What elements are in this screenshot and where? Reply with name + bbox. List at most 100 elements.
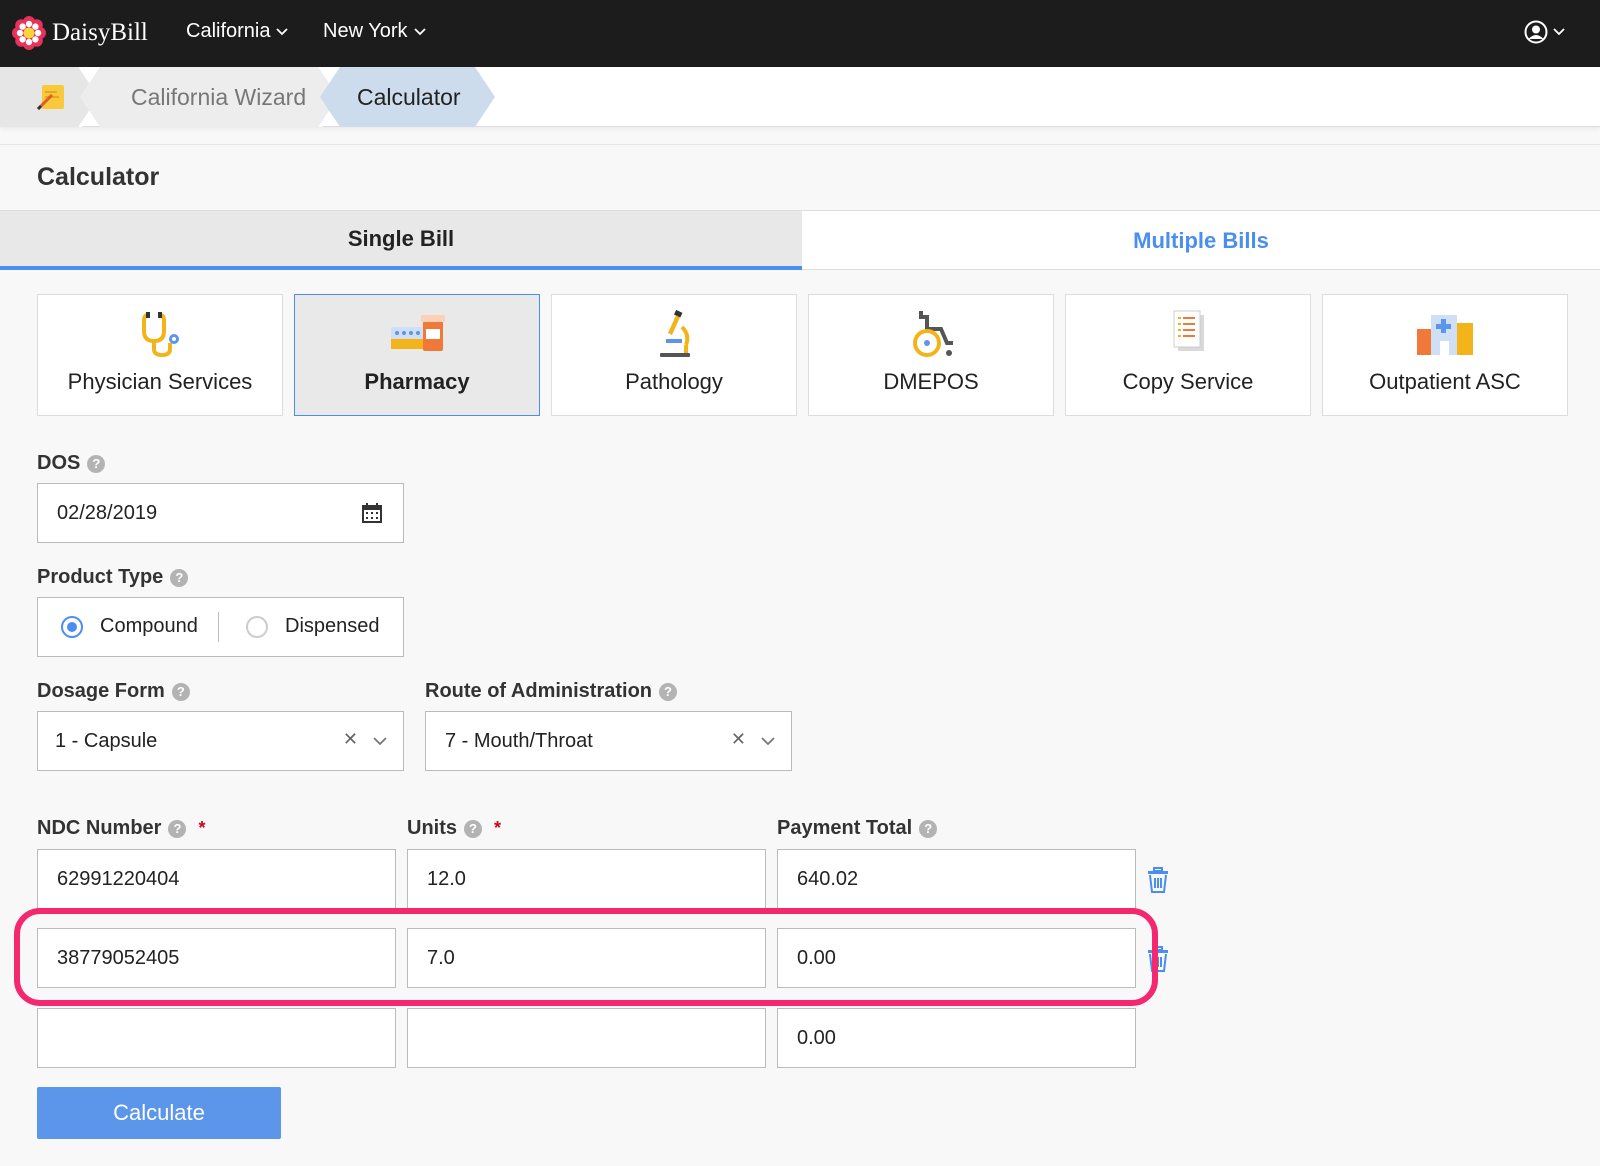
units-input[interactable]: 7.0 <box>407 928 766 988</box>
tab-single-bill[interactable]: Single Bill <box>0 211 802 270</box>
breadcrumb-calculator: Calculator <box>357 84 461 110</box>
clear-icon[interactable]: ✕ <box>343 729 358 750</box>
units-input[interactable]: 12.0 <box>407 849 766 909</box>
ndc-number-label: NDC Number ? * <box>37 817 205 840</box>
nav-menu-new-york[interactable]: New York <box>323 20 426 43</box>
document-icon <box>1173 310 1204 351</box>
route-label: Route of Administration ? <box>425 680 678 703</box>
payment-value: 0.00 <box>797 1026 836 1049</box>
payment-value: 0.00 <box>797 946 836 969</box>
service-card-label: Pharmacy <box>364 369 470 394</box>
chevron-down-icon <box>1553 28 1565 36</box>
dosage-form-value: 1 - Capsule <box>55 729 158 752</box>
nav-menu-label: California <box>186 20 271 42</box>
payment-total-field: 640.02 <box>777 849 1136 909</box>
service-card-label: Outpatient ASC <box>1369 369 1521 394</box>
breadcrumb-california-wizard[interactable]: California Wizard <box>131 84 306 111</box>
service-card-outpatient-asc[interactable]: Outpatient ASC <box>1322 294 1568 416</box>
dos-value: 02/28/2019 <box>57 501 158 524</box>
wizard-home-icon[interactable] <box>36 81 70 113</box>
ndc-input[interactable]: 62991220404 <box>37 849 396 909</box>
user-avatar-icon <box>1524 20 1548 44</box>
dosage-form-label: Dosage Form ? <box>37 680 190 703</box>
ndc-input[interactable] <box>37 1008 396 1068</box>
clear-icon[interactable]: ✕ <box>731 729 746 750</box>
service-card-label: Pathology <box>625 369 723 394</box>
nav-menu-label: New York <box>323 20 408 42</box>
product-type-radio-group: Compound Dispensed <box>37 597 404 657</box>
service-card-copy-service[interactable]: Copy Service <box>1065 294 1311 416</box>
radio-selected-icon <box>61 615 83 638</box>
dos-label-text: DOS <box>37 452 81 474</box>
chevron-down-icon[interactable] <box>761 737 775 746</box>
radio-label: Dispensed <box>285 615 380 637</box>
stethoscope-icon <box>142 312 179 358</box>
calendar-icon[interactable] <box>361 502 383 524</box>
dos-label: DOS ? <box>37 452 106 475</box>
daisy-logo-icon <box>12 16 46 50</box>
radio-label: Compound <box>100 615 198 637</box>
route-value: 7 - Mouth/Throat <box>445 729 593 752</box>
dosage-form-label-text: Dosage Form <box>37 680 165 702</box>
service-card-dmepos[interactable]: DMEPOS <box>808 294 1054 416</box>
dos-input[interactable]: 02/28/2019 <box>37 483 404 543</box>
brand-name: DaisyBill <box>52 19 148 46</box>
units-label: Units ? * <box>407 817 501 840</box>
payment-label-text: Payment Total <box>777 817 913 839</box>
units-value: 7.0 <box>427 946 455 969</box>
help-icon[interactable]: ? <box>168 819 187 838</box>
service-card-label: Physician Services <box>67 369 253 394</box>
ndc-value: 38779052405 <box>57 946 180 969</box>
top-navbar: DaisyBill California New York <box>0 0 1600 67</box>
calculate-button[interactable]: Calculate <box>37 1087 281 1139</box>
nav-menu-california[interactable]: California <box>186 20 289 43</box>
help-icon[interactable]: ? <box>170 568 189 587</box>
service-card-pharmacy[interactable]: Pharmacy <box>294 294 540 416</box>
payment-total-field: 0.00 <box>777 1008 1136 1068</box>
product-type-label-text: Product Type <box>37 566 164 588</box>
payment-total-label: Payment Total ? <box>777 817 938 840</box>
microscope-icon <box>660 309 690 357</box>
service-card-label: Copy Service <box>1122 369 1254 394</box>
ndc-label-text: NDC Number <box>37 817 162 839</box>
help-icon[interactable]: ? <box>919 819 938 838</box>
product-type-label: Product Type ? <box>37 566 189 589</box>
chevron-down-icon[interactable] <box>373 737 387 746</box>
breadcrumb: California Wizard Calculator <box>0 67 1600 127</box>
ndc-input[interactable]: 38779052405 <box>37 928 396 988</box>
required-marker: * <box>494 818 502 838</box>
ndc-value: 62991220404 <box>57 867 180 890</box>
dosage-form-select[interactable]: 1 - Capsule ✕ <box>37 711 404 771</box>
pill-bottle-icon <box>391 315 445 351</box>
tab-multiple-bills[interactable]: Multiple Bills <box>802 211 1600 270</box>
chevron-down-icon <box>413 27 426 35</box>
payment-value: 640.02 <box>797 867 859 890</box>
route-label-text: Route of Administration <box>425 680 653 702</box>
brand[interactable]: DaisyBill <box>12 15 148 51</box>
wheelchair-icon <box>913 311 953 357</box>
page-title: Calculator <box>37 163 160 191</box>
user-menu[interactable] <box>1524 20 1565 44</box>
help-icon[interactable]: ? <box>171 682 190 701</box>
units-label-text: Units <box>407 817 457 839</box>
radio-divider <box>218 612 219 642</box>
payment-total-field: 0.00 <box>777 928 1136 988</box>
units-input[interactable] <box>407 1008 766 1068</box>
trash-icon[interactable] <box>1147 946 1169 972</box>
service-card-pathology[interactable]: Pathology <box>551 294 797 416</box>
help-icon[interactable]: ? <box>659 682 678 701</box>
units-value: 12.0 <box>427 867 466 890</box>
service-card-label: DMEPOS <box>883 369 979 394</box>
help-icon[interactable]: ? <box>464 819 482 838</box>
chevron-down-icon <box>276 27 289 35</box>
required-marker: * <box>198 818 206 838</box>
help-icon[interactable]: ? <box>87 454 106 473</box>
service-card-physician[interactable]: Physician Services <box>37 294 283 416</box>
trash-icon[interactable] <box>1147 867 1169 893</box>
radio-unselected-icon <box>246 615 268 638</box>
route-select[interactable]: 7 - Mouth/Throat ✕ <box>425 711 792 771</box>
radio-dispensed[interactable]: Dispensed <box>246 615 380 638</box>
radio-compound[interactable]: Compound <box>61 615 198 638</box>
hospital-icon <box>1417 315 1473 355</box>
bill-tabs: Single Bill Multiple Bills <box>0 210 1600 270</box>
